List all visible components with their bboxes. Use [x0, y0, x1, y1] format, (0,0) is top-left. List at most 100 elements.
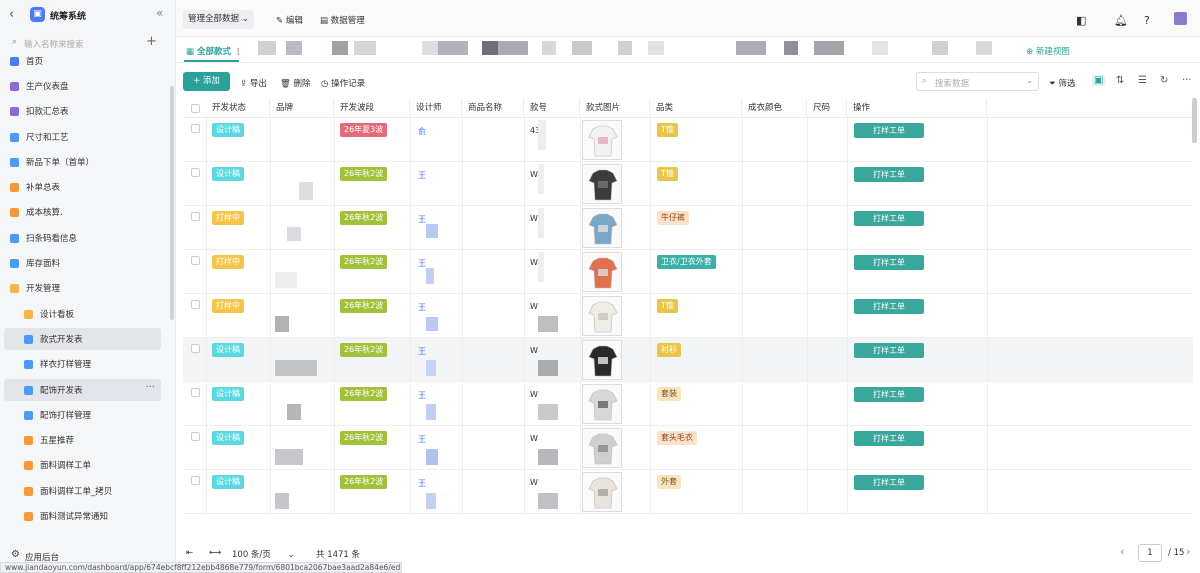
edit-button[interactable]: ✎ 编辑: [276, 14, 303, 26]
notification-icon[interactable]: 🔔︎: [1114, 14, 1128, 27]
chevron-down-icon[interactable]: ⌄: [1026, 76, 1033, 85]
style-image[interactable]: [582, 428, 622, 468]
row-checkbox[interactable]: [191, 168, 200, 177]
collapse-sidebar-icon[interactable]: «: [156, 6, 163, 20]
style-image[interactable]: [582, 296, 622, 336]
table-row[interactable]: 设计稿 26年秋2波 王 W 套头毛衣 打样工单: [183, 426, 1193, 470]
column-header[interactable]: 操作: [847, 99, 987, 118]
user-avatar[interactable]: [1174, 12, 1187, 25]
row-checkbox[interactable]: [191, 300, 200, 309]
tab-blurred[interactable]: [976, 41, 992, 55]
sidebar-item[interactable]: 首页: [4, 50, 161, 72]
sample-order-button[interactable]: 打样工单: [854, 167, 924, 182]
table-row[interactable]: 设计稿 26年秋2波 王 W 衬衫 打样工单: [183, 338, 1193, 382]
help-icon[interactable]: ?: [1144, 14, 1150, 27]
sidebar-item[interactable]: 扣款汇总表: [4, 100, 161, 122]
column-header[interactable]: 品牌: [270, 99, 334, 118]
page-input[interactable]: 1: [1138, 544, 1162, 562]
tab-blurred[interactable]: [422, 41, 438, 55]
sidebar-item[interactable]: 生产仪表盘: [4, 75, 161, 97]
row-checkbox[interactable]: [191, 476, 200, 485]
sort-icon[interactable]: ⇅: [1116, 75, 1124, 86]
sidebar-scrollbar[interactable]: [170, 86, 174, 320]
style-image[interactable]: [582, 472, 622, 512]
table-scrollbar[interactable]: [1192, 98, 1197, 143]
sidebar-item[interactable]: 开发管理: [4, 277, 161, 299]
new-view-button[interactable]: ⊕ 新建视图: [1026, 45, 1070, 57]
tab-blurred[interactable]: [438, 41, 468, 55]
tab-blurred[interactable]: [618, 41, 632, 55]
export-button[interactable]: ⇪ 导出: [240, 77, 267, 89]
card-view-icon[interactable]: ▣: [1092, 75, 1106, 86]
sidebar-item[interactable]: 面料调样工单_拷贝: [4, 480, 161, 502]
tab-blurred[interactable]: [784, 41, 798, 55]
table-row[interactable]: 打样中 26年秋2波 王 W 卫衣/卫衣外套 打样工单: [183, 250, 1193, 294]
table-row[interactable]: 设计稿 26年夏3波俞 43 T恤 打样工单: [183, 118, 1193, 162]
style-image[interactable]: [582, 340, 622, 380]
next-page-icon[interactable]: ›: [1186, 545, 1190, 558]
tab-blurred[interactable]: [286, 41, 302, 55]
data-manage-button[interactable]: ▤ 数据管理: [320, 14, 365, 26]
column-header[interactable]: 商品名称: [462, 99, 524, 118]
more-icon[interactable]: ···: [1182, 75, 1192, 86]
sidebar-item[interactable]: 扫条码看信息: [4, 227, 161, 249]
sidebar-item[interactable]: 面料调样工单: [4, 454, 161, 476]
add-button[interactable]: + 添加: [183, 72, 230, 91]
sidebar-item[interactable]: 配饰打样管理: [4, 404, 161, 426]
delete-button[interactable]: 🗑︎ 删除: [280, 77, 311, 89]
row-checkbox[interactable]: [191, 344, 200, 353]
column-header[interactable]: 开发波段: [334, 99, 410, 118]
tab-blurred[interactable]: [932, 41, 948, 55]
back-chevron-icon[interactable]: ‹: [9, 7, 14, 22]
prev-page-icon[interactable]: ‹: [1120, 545, 1124, 558]
sample-order-button[interactable]: 打样工单: [854, 255, 924, 270]
table-row[interactable]: 打样中 26年秋2波 王 W 牛仔裤 打样工单: [183, 206, 1193, 250]
tab-blurred[interactable]: [814, 41, 844, 55]
column-header[interactable]: 品类: [650, 99, 742, 118]
field-settings-icon[interactable]: ☰: [1138, 75, 1147, 86]
tab-blurred[interactable]: [258, 41, 276, 55]
sidebar-item[interactable]: 尺寸和工艺: [4, 126, 161, 148]
tab-blurred[interactable]: [648, 41, 664, 55]
filter-button[interactable]: ⏷ 筛选: [1049, 77, 1076, 89]
sidebar-search-placeholder[interactable]: 输入名称来搜索: [24, 38, 84, 50]
style-image[interactable]: [582, 164, 622, 204]
column-header[interactable]: 尺码: [807, 99, 847, 118]
sidebar-item[interactable]: 成本核算.: [4, 201, 161, 223]
table-row[interactable]: 设计稿 26年秋2波 王 W 套装 打样工单: [183, 382, 1193, 426]
column-header[interactable]: 款号: [524, 99, 580, 118]
more-icon[interactable]: ···: [145, 382, 155, 393]
column-header[interactable]: 款式图片: [580, 99, 650, 118]
tab-blurred[interactable]: [482, 41, 498, 55]
page-size-select[interactable]: 100 条/页 ⌄: [232, 548, 295, 560]
sidebar-item[interactable]: 五星推荐: [4, 429, 161, 451]
row-checkbox[interactable]: [191, 256, 200, 265]
sample-order-button[interactable]: 打样工单: [854, 343, 924, 358]
refresh-icon[interactable]: ↻: [1160, 75, 1168, 86]
column-header[interactable]: 开发状态: [206, 99, 270, 118]
tab-blurred[interactable]: [332, 41, 348, 55]
sidebar-item[interactable]: 配饰开发表 ···: [4, 379, 161, 401]
manage-data-dropdown[interactable]: 管理全部数据 ⌄: [183, 10, 254, 29]
add-item-icon[interactable]: +: [146, 34, 157, 49]
sidebar-item[interactable]: 面料测试异常通知: [4, 505, 161, 527]
style-image[interactable]: [582, 252, 622, 292]
select-all-checkbox[interactable]: [191, 104, 200, 113]
operation-log-button[interactable]: ◷ 操作记录: [321, 77, 365, 89]
sample-order-button[interactable]: 打样工单: [854, 123, 924, 138]
row-checkbox[interactable]: [191, 432, 200, 441]
sample-order-button[interactable]: 打样工单: [854, 431, 924, 446]
tab-more-icon[interactable]: ⋮: [234, 47, 243, 57]
sample-order-button[interactable]: 打样工单: [854, 299, 924, 314]
sidebar-item[interactable]: 样衣打样管理: [4, 353, 161, 375]
tab-blurred[interactable]: [542, 41, 556, 55]
tab-all-styles[interactable]: ▦ 全部款式 ⋮: [186, 45, 242, 57]
tab-blurred[interactable]: [872, 41, 888, 55]
row-checkbox[interactable]: [191, 212, 200, 221]
sidebar-item[interactable]: 补单总表: [4, 176, 161, 198]
tab-blurred[interactable]: [736, 41, 766, 55]
sample-order-button[interactable]: 打样工单: [854, 387, 924, 402]
panel-icon[interactable]: ◧: [1076, 14, 1086, 27]
sample-order-button[interactable]: 打样工单: [854, 211, 924, 226]
table-row[interactable]: 设计稿 26年秋2波 王 W T恤 打样工单: [183, 162, 1193, 206]
